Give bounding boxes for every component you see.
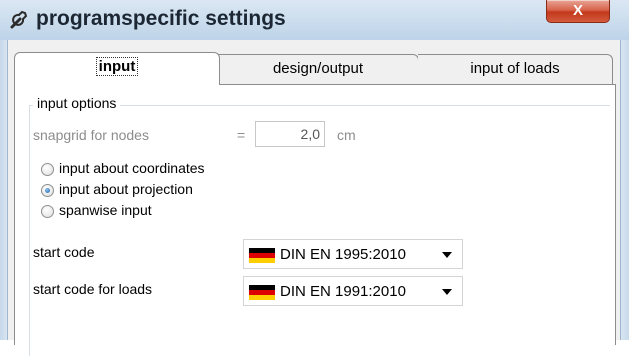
close-button[interactable]: X bbox=[546, 0, 610, 23]
start-code-value: DIN EN 1995:2010 bbox=[280, 246, 406, 263]
tab-design-output-label: design/output bbox=[272, 60, 364, 77]
window-title: programspecific settings bbox=[36, 7, 286, 30]
start-code-loads-value: DIN EN 1991:2010 bbox=[280, 283, 406, 300]
start-code-label: start code bbox=[33, 244, 95, 260]
wrench-icon bbox=[10, 10, 28, 29]
tab-input-of-loads-label: input of loads bbox=[470, 60, 560, 77]
title-bar[interactable]: programspecific settings X bbox=[0, 0, 629, 41]
chevron-down-icon[interactable] bbox=[442, 289, 452, 295]
start-code-loads-select[interactable]: DIN EN 1991:2010 bbox=[243, 276, 463, 306]
snapgrid-unit: cm bbox=[337, 127, 356, 143]
radio-spanwise-input[interactable] bbox=[41, 205, 54, 218]
start-code-select[interactable]: DIN EN 1995:2010 bbox=[243, 239, 463, 269]
snapgrid-equals: = bbox=[237, 127, 246, 143]
window-frame-left bbox=[0, 40, 8, 340]
input-options-group-label: input options bbox=[33, 95, 121, 111]
german-flag-icon bbox=[249, 285, 275, 300]
tab-input-of-loads[interactable]: input of loads bbox=[418, 54, 613, 85]
start-code-loads-label: start code for loads bbox=[33, 281, 153, 297]
radio-input-about-coordinates[interactable] bbox=[41, 163, 54, 176]
radio-input-about-projection[interactable] bbox=[41, 184, 54, 197]
dialog-client-area: input design/output input of loads input… bbox=[8, 40, 620, 356]
tab-panel-input: input options snapgrid for nodes = 2,0 c… bbox=[14, 84, 616, 356]
close-icon: X bbox=[572, 2, 583, 19]
radio-label-projection[interactable]: input about projection bbox=[59, 181, 193, 197]
snapgrid-input[interactable]: 2,0 bbox=[255, 121, 325, 147]
tab-design-output[interactable]: design/output bbox=[218, 54, 419, 85]
tab-input-label: input bbox=[95, 57, 139, 76]
german-flag-icon bbox=[249, 248, 275, 263]
radio-label-spanwise[interactable]: spanwise input bbox=[59, 202, 152, 218]
snapgrid-label: snapgrid for nodes bbox=[33, 127, 149, 143]
radio-label-coordinates[interactable]: input about coordinates bbox=[59, 160, 205, 176]
chevron-down-icon[interactable] bbox=[442, 252, 452, 258]
window-frame-right bbox=[620, 40, 629, 340]
tab-input[interactable]: input bbox=[14, 52, 220, 85]
